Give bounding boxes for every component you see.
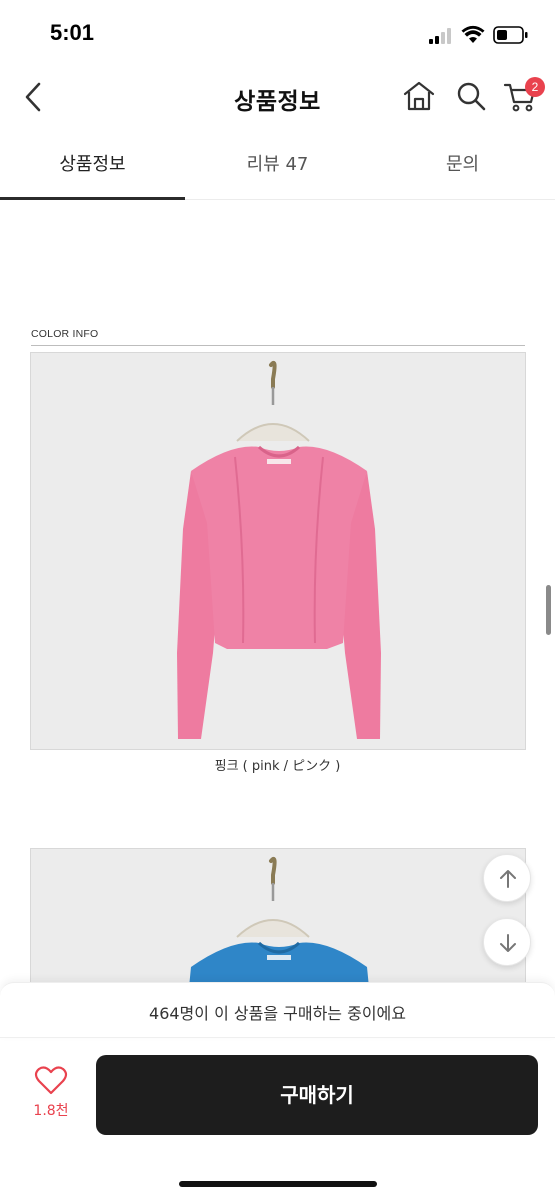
wifi-icon (461, 25, 485, 43)
cellular-signal-icon (429, 28, 455, 44)
buy-button[interactable]: 구매하기 (96, 1055, 538, 1135)
home-indicator (179, 1181, 377, 1187)
status-bar: 5:01 (0, 0, 555, 68)
cart-count-badge: 2 (525, 77, 545, 97)
scrollbar-thumb[interactable] (546, 585, 551, 635)
search-icon[interactable] (454, 79, 488, 113)
top-header: 상품정보 (0, 68, 555, 130)
arrow-up-icon (500, 870, 516, 888)
arrow-down-icon (500, 934, 516, 952)
heart-icon (34, 1066, 68, 1095)
product-tabs: 상품정보 리뷰 47 문의 (0, 130, 555, 200)
buyers-notice: 464명이 이 상품을 구매하는 중이에요 (0, 982, 555, 1038)
blue-top-image (187, 856, 371, 1000)
scroll-top-button[interactable] (483, 854, 531, 902)
tab-reviews[interactable]: 리뷰 47 (185, 130, 370, 199)
section-label: COLOR INFO (31, 328, 99, 340)
tab-inquiry[interactable]: 문의 (370, 130, 555, 199)
section-divider (31, 345, 525, 346)
scroll-bottom-button[interactable] (483, 918, 531, 966)
home-icon[interactable] (402, 79, 436, 113)
pink-top-image (177, 360, 381, 739)
tab-product-info[interactable]: 상품정보 (0, 130, 185, 200)
like-count: 1.8천 (33, 1103, 69, 1119)
color-caption: 핑크 ( pink / ピンク ) (214, 759, 341, 774)
status-time: 5:01 (50, 20, 95, 45)
divider (0, 1037, 555, 1038)
product-detail-content: COLOR INFO 핑크 ( pink / ピンク ) (0, 200, 555, 1000)
product-photo-blue (30, 848, 526, 1000)
battery-icon (493, 26, 528, 44)
product-photo-pink (30, 352, 526, 750)
